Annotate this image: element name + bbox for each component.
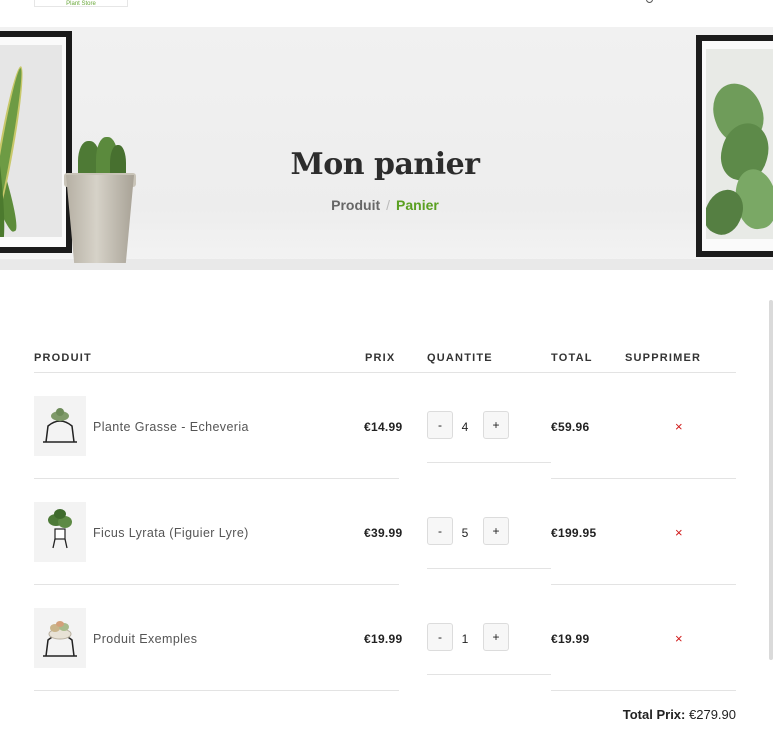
cart-row: Ficus Lyrata (Figuier Lyre) €39.99 - 5 +… [34, 479, 736, 585]
cart-row: Plante Grasse - Echeveria €14.99 - 4 + €… [34, 373, 736, 479]
left-picture-frame-image [0, 31, 72, 253]
page-title: Mon panier [290, 147, 481, 182]
quantity-increase-button[interactable]: + [483, 517, 509, 545]
product-price: €39.99 [364, 526, 403, 540]
quantity-value[interactable]: 5 [453, 526, 477, 540]
quantity-decrease-button[interactable]: - [427, 623, 453, 651]
hero-banner: Mon panier Produit / Panier [0, 27, 773, 270]
breadcrumb-link-produit[interactable]: Produit [331, 197, 380, 213]
row-divider [427, 568, 551, 569]
column-header-quantity: QUANTITE [427, 352, 493, 364]
column-header-remove: SUPPRIMER [625, 352, 702, 364]
plant-pot-image [66, 175, 134, 263]
product-thumbnail[interactable] [34, 396, 86, 456]
quantity-decrease-button[interactable]: - [427, 411, 453, 439]
quantity-increase-button[interactable]: + [483, 411, 509, 439]
breadcrumb: Produit / Panier [0, 197, 770, 213]
line-total: €59.96 [551, 420, 590, 434]
quantity-value[interactable]: 4 [453, 420, 477, 434]
product-price: €19.99 [364, 632, 403, 646]
product-name[interactable]: Produit Exemples [93, 632, 197, 646]
product-price: €14.99 [364, 420, 403, 434]
search-icon[interactable] [646, 0, 653, 3]
line-total: €199.95 [551, 526, 597, 540]
remove-item-icon[interactable]: × [675, 631, 683, 646]
cart-grand-total: Total Prix: €279.90 [623, 707, 736, 722]
page-scrollbar[interactable] [769, 300, 773, 660]
column-header-price: PRIX [365, 352, 396, 364]
row-divider [427, 462, 551, 463]
product-name[interactable]: Plante Grasse - Echeveria [93, 420, 249, 434]
product-thumbnail[interactable] [34, 608, 86, 668]
remove-item-icon[interactable]: × [675, 419, 683, 434]
quantity-increase-button[interactable]: + [483, 623, 509, 651]
quantity-decrease-button[interactable]: - [427, 517, 453, 545]
column-header-product: PRODUIT [34, 352, 92, 364]
quantity-value[interactable]: 1 [453, 632, 477, 646]
site-logo[interactable]: Plant Store [34, 0, 128, 7]
site-header: Plant Store [0, 0, 773, 27]
product-name[interactable]: Ficus Lyrata (Figuier Lyre) [93, 526, 249, 540]
cart-row: Produit Exemples €19.99 - 1 + €19.99 × [34, 585, 736, 691]
remove-item-icon[interactable]: × [675, 525, 683, 540]
grand-total-label: Total Prix: [622, 707, 686, 722]
right-picture-frame-image [696, 35, 773, 257]
row-divider [427, 674, 551, 675]
breadcrumb-current: Panier [396, 197, 439, 213]
row-divider [34, 690, 399, 691]
logo-text: Plant Store [66, 1, 96, 7]
line-total: €19.99 [551, 632, 590, 646]
breadcrumb-separator: / [386, 197, 391, 213]
grand-total-value: €279.90 [689, 707, 736, 722]
column-header-total: TOTAL [551, 352, 593, 364]
row-divider [551, 690, 736, 691]
product-thumbnail[interactable] [34, 502, 86, 562]
